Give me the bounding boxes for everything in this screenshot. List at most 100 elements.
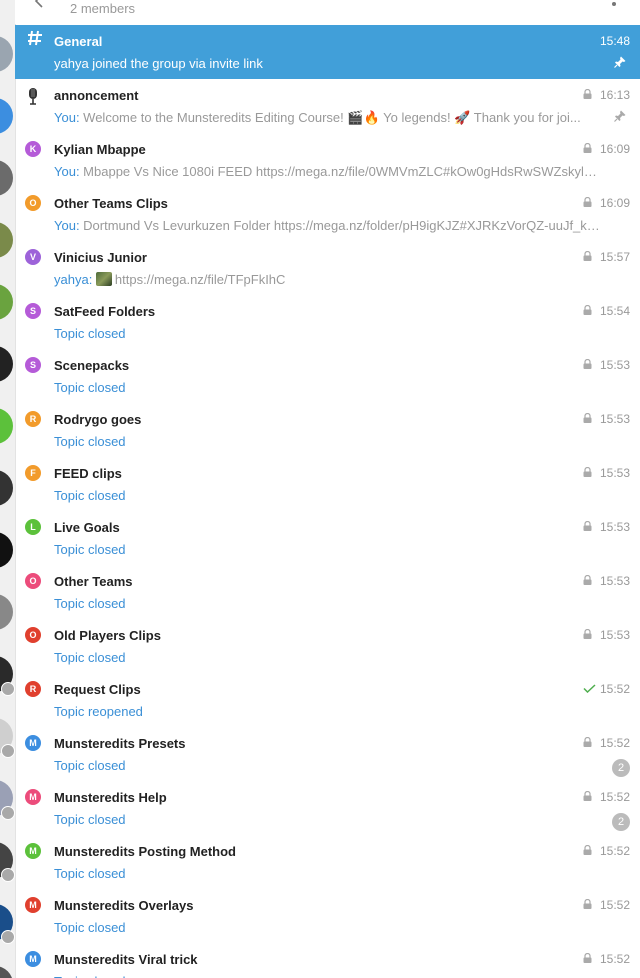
chat-avatar[interactable] bbox=[0, 346, 13, 382]
topic-row[interactable]: F FEED clips Topic closed 15:53 bbox=[15, 457, 640, 511]
topic-last-message: Topic closed bbox=[54, 650, 604, 665]
pin-icon bbox=[614, 110, 626, 122]
chat-avatar[interactable] bbox=[0, 594, 13, 630]
topic-title: Munsteredits Posting Method bbox=[54, 844, 236, 859]
topic-last-message: Topic reopened bbox=[54, 704, 604, 719]
topic-title: Munsteredits Overlays bbox=[54, 898, 194, 913]
topic-row[interactable]: S SatFeed Folders Topic closed 15:54 bbox=[15, 295, 640, 349]
topic-row[interactable]: M Munsteredits Posting Method Topic closed… bbox=[15, 835, 640, 889]
lock-icon bbox=[583, 305, 592, 315]
topic-row[interactable]: M Munsteredits Viral trick Topic closed 15:… bbox=[15, 943, 640, 978]
chat-avatar[interactable] bbox=[0, 408, 13, 444]
topic-time: 15:54 bbox=[599, 304, 630, 318]
chat-avatar[interactable] bbox=[0, 222, 13, 258]
lock-icon bbox=[583, 629, 592, 639]
message-text: Topic closed bbox=[54, 596, 126, 611]
topic-row[interactable]: V Vinicius Junior yahya: https://mega.nz/f… bbox=[15, 241, 640, 295]
topic-row[interactable]: M Munsteredits Overlays Topic closed 15:52 bbox=[15, 889, 640, 943]
hash-icon bbox=[28, 30, 42, 46]
chat-avatar[interactable] bbox=[0, 532, 13, 568]
lock-icon bbox=[583, 197, 592, 207]
topic-title: Other Teams Clips bbox=[54, 196, 168, 211]
topic-row[interactable]: M Munsteredits Presets Topic closed 15:52 2 bbox=[15, 727, 640, 781]
topic-row[interactable]: K Kylian Mbappe You: Mbappe Vs Nice 1080i … bbox=[15, 133, 640, 187]
chat-avatar[interactable] bbox=[0, 966, 13, 978]
back-arrow-icon[interactable] bbox=[33, 0, 47, 8]
message-text: Topic closed bbox=[54, 812, 126, 827]
topic-row[interactable]: O Other Teams Clips You: Dortmund Vs Levur… bbox=[15, 187, 640, 241]
topic-row[interactable]: M Munsteredits Help Topic closed 15:52 2 bbox=[15, 781, 640, 835]
lock-icon bbox=[583, 791, 592, 801]
topic-title: Munsteredits Viral trick bbox=[54, 952, 198, 967]
topic-last-message: Topic closed bbox=[54, 326, 604, 341]
topic-icon: R bbox=[25, 681, 41, 697]
lock-icon bbox=[583, 899, 592, 909]
topic-title: Request Clips bbox=[54, 682, 141, 697]
topic-last-message: You: Mbappe Vs Nice 1080i FEED https://m… bbox=[54, 164, 604, 179]
topic-time: 15:52 bbox=[599, 790, 630, 804]
lock-icon bbox=[583, 737, 592, 747]
chat-avatar[interactable] bbox=[0, 160, 13, 196]
topic-time: 16:09 bbox=[599, 196, 630, 210]
topic-icon: K bbox=[25, 141, 41, 157]
topic-row[interactable]: R Rodrygo goes Topic closed 15:53 bbox=[15, 403, 640, 457]
message-text: Topic closed bbox=[54, 542, 126, 557]
topic-row[interactable]: R Request Clips Topic reopened 15:52 bbox=[15, 673, 640, 727]
topic-title: Live Goals bbox=[54, 520, 120, 535]
topic-icon: M bbox=[25, 897, 41, 913]
message-text: Mbappe Vs Nice 1080i FEED https://mega.n… bbox=[83, 164, 604, 179]
message-text: https://mega.nz/file/TFpFkIhC bbox=[114, 272, 286, 287]
topic-time: 15:53 bbox=[599, 520, 630, 534]
topic-time: 15:52 bbox=[599, 844, 630, 858]
topic-last-message: yahya: https://mega.nz/file/TFpFkIhC bbox=[54, 272, 604, 287]
topic-title: FEED clips bbox=[54, 466, 122, 481]
topic-title: Scenepacks bbox=[54, 358, 130, 373]
lock-icon bbox=[583, 953, 592, 963]
lock-icon bbox=[583, 89, 592, 99]
topic-icon: S bbox=[25, 357, 41, 373]
chat-avatar[interactable] bbox=[0, 36, 13, 72]
topic-last-message: You: Welcome to the Munsteredits Editing… bbox=[54, 110, 604, 126]
topic-title: SatFeed Folders bbox=[54, 304, 156, 319]
topic-icon: M bbox=[25, 951, 41, 967]
topic-time: 15:52 bbox=[599, 682, 630, 696]
chat-avatar[interactable] bbox=[0, 284, 13, 320]
lock-icon bbox=[583, 143, 592, 153]
topic-last-message: Topic closed bbox=[54, 542, 604, 557]
topic-title: Rodrygo goes bbox=[54, 412, 142, 427]
topic-row[interactable]: General yahya joined the group via invite… bbox=[15, 25, 640, 79]
topic-title: Other Teams bbox=[54, 574, 133, 589]
topic-last-message: Topic closed bbox=[54, 488, 604, 503]
topic-list: General yahya joined the group via invite… bbox=[15, 25, 640, 978]
lock-icon bbox=[583, 845, 592, 855]
chat-list-strip[interactable] bbox=[0, 0, 16, 978]
topic-last-message: yahya joined the group via invite link bbox=[54, 56, 604, 71]
chat-avatar[interactable] bbox=[0, 98, 13, 134]
topic-time: 15:52 bbox=[599, 952, 630, 966]
topic-row[interactable]: annoncement You: Welcome to the Munstered… bbox=[15, 79, 640, 133]
chat-unread-badge bbox=[1, 806, 15, 820]
chat-unread-badge bbox=[1, 868, 15, 882]
more-options-icon[interactable] bbox=[612, 2, 616, 6]
topic-row[interactable]: S Scenepacks Topic closed 15:53 bbox=[15, 349, 640, 403]
topic-icon: F bbox=[25, 465, 41, 481]
message-text: Topic closed bbox=[54, 758, 126, 773]
topic-time: 15:48 bbox=[599, 34, 630, 48]
topic-row[interactable]: O Old Players Clips Topic closed 15:53 bbox=[15, 619, 640, 673]
topic-last-message: Topic closed bbox=[54, 434, 604, 449]
chat-unread-badge bbox=[1, 930, 15, 944]
message-text: Topic closed bbox=[54, 326, 126, 341]
topic-row[interactable]: O Other Teams Topic closed 15:53 bbox=[15, 565, 640, 619]
topic-icon: S bbox=[25, 303, 41, 319]
topic-time: 15:52 bbox=[599, 898, 630, 912]
pin-icon bbox=[614, 56, 626, 68]
topic-time: 15:53 bbox=[599, 574, 630, 588]
lock-icon bbox=[583, 359, 592, 369]
topic-row[interactable]: L Live Goals Topic closed 15:53 bbox=[15, 511, 640, 565]
topic-time: 16:13 bbox=[599, 88, 630, 102]
message-sender: You: bbox=[54, 110, 84, 125]
lock-icon bbox=[583, 251, 592, 261]
chat-avatar[interactable] bbox=[0, 470, 13, 506]
topic-icon: M bbox=[25, 735, 41, 751]
message-text: Topic closed bbox=[54, 380, 126, 395]
